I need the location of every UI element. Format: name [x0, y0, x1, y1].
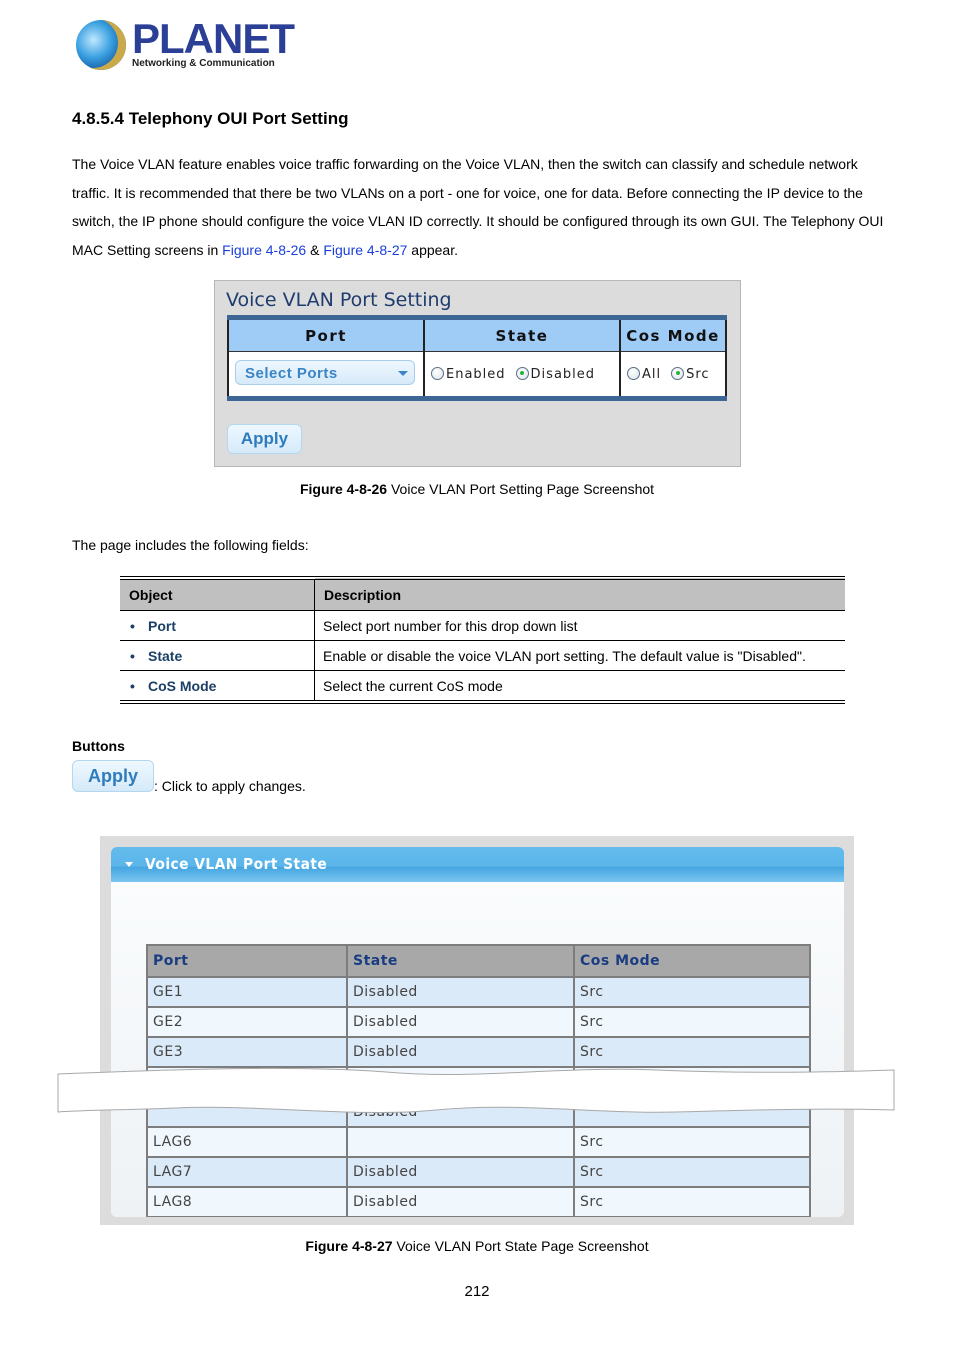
figure2-caption-text: Voice VLAN Port State Page Screenshot	[392, 1238, 649, 1254]
collapse-triangle-icon[interactable]	[125, 862, 133, 867]
state-disabled-label: Disabled	[530, 366, 596, 382]
cell-port: GE2	[146, 1006, 348, 1038]
cell-port: GE1	[146, 976, 348, 1008]
figure2-caption-number: Figure 4-8-27	[305, 1238, 393, 1254]
table-row: • Port Select port number for this drop d…	[120, 610, 845, 641]
col-state: State	[423, 317, 621, 352]
table-row: GE2 Disabled Src	[146, 1006, 811, 1038]
cell-state	[346, 1126, 575, 1158]
figure-4-8-26-link[interactable]: Figure 4-8-26	[222, 242, 306, 258]
intro-tail: appear.	[407, 242, 458, 259]
table-row: LAG8 Disabled Src	[146, 1186, 811, 1217]
header-description: Description	[314, 578, 845, 611]
fields-table: Object Description • Port Select port num…	[120, 576, 845, 704]
figure2-caption: Figure 4-8-27 Voice VLAN Port State Page…	[0, 1238, 954, 1254]
intro-between: &	[306, 242, 324, 259]
description-state: Enable or disable the voice VLAN port se…	[314, 640, 845, 671]
figure1-caption: Figure 4-8-26 Voice VLAN Port Setting Pa…	[0, 481, 954, 497]
col-port: Port	[227, 317, 425, 352]
select-ports-dropdown[interactable]: Select Ports	[235, 359, 415, 385]
cell-cos: Src	[573, 1126, 811, 1158]
object-cos-mode: CoS Mode	[148, 677, 217, 694]
cell-cos: Src	[573, 1186, 811, 1217]
col-port: Port	[146, 944, 348, 978]
header-object: Object	[120, 578, 315, 611]
table-row: GE1 Disabled Src	[146, 976, 811, 1008]
apply-button-example[interactable]: Apply	[72, 760, 154, 792]
voice-vlan-port-setting-screenshot: Voice VLAN Port Setting Port State Cos M…	[214, 280, 741, 467]
cos-src-radio[interactable]	[671, 366, 685, 380]
cos-all-label: All	[642, 366, 662, 382]
object-port: Port	[148, 617, 176, 634]
voice-vlan-port-state-screenshot: Voice VLAN Port State Port State Cos Mod…	[100, 836, 854, 1225]
page-number: 212	[464, 1283, 490, 1300]
panel-body: Port State Cos Mode GE1 Disabled Src GE2…	[111, 882, 844, 1217]
state-enabled-label: Enabled	[446, 366, 506, 382]
cell-cos: Src	[573, 1036, 811, 1068]
table-row: LAG7 Disabled Src	[146, 1156, 811, 1188]
apply-button[interactable]: Apply	[227, 424, 302, 454]
cell-state: Disabled	[346, 1186, 575, 1217]
description-cos-mode: Select the current CoS mode	[314, 670, 845, 702]
col-state: State	[346, 944, 575, 978]
table-row: • State Enable or disable the voice VLAN …	[120, 640, 845, 671]
cell-port: LAG7	[146, 1156, 348, 1188]
cell-state: Disabled	[346, 1036, 575, 1068]
select-ports-value: Select Ports	[245, 364, 338, 382]
port-setting-table: Port State Cos Mode Select Ports Enabled…	[227, 315, 727, 401]
cell-cos: Src	[573, 1006, 811, 1038]
object-state: State	[148, 647, 183, 664]
cos-all-radio[interactable]	[627, 366, 640, 380]
port-state-panel: Voice VLAN Port State Port State Cos Mod…	[111, 847, 844, 1217]
logo-tagline: Networking & Communication	[132, 58, 275, 69]
cell-port: GE3	[146, 1036, 348, 1068]
table-row: • CoS Mode Select the current CoS mode	[120, 670, 845, 702]
col-cos-mode: Cos Mode	[573, 944, 811, 978]
apply-description: : Click to apply changes.	[154, 778, 306, 794]
section-title: 4.8.5.4 Telephony OUI Port Setting	[72, 109, 349, 128]
buttons-heading: Buttons	[72, 738, 125, 754]
fields-intro: The page includes the following fields:	[72, 537, 309, 553]
cell-state: Disabled	[346, 1156, 575, 1188]
cell-port: LAG6	[146, 1126, 348, 1158]
panel-header[interactable]: Voice VLAN Port State	[111, 847, 844, 882]
cell-cos: Src	[573, 976, 811, 1008]
logo-brand: PLANET	[132, 15, 295, 62]
col-cos-mode: Cos Mode	[619, 317, 727, 352]
state-disabled-radio[interactable]	[515, 366, 529, 380]
state-enabled-radio[interactable]	[431, 366, 444, 380]
cell-state: Disabled	[346, 1006, 575, 1038]
intro-text: The Voice VLAN feature enables voice tra…	[72, 156, 884, 259]
description-port: Select port number for this drop down li…	[314, 610, 845, 641]
intro-paragraph: The Voice VLAN feature enables voice tra…	[72, 150, 892, 265]
globe-icon	[76, 20, 126, 70]
figure-4-8-27-link[interactable]: Figure 4-8-27	[323, 242, 407, 258]
planet-logo: PLANET Networking & Communication	[74, 16, 295, 74]
panel-title: Voice VLAN Port State	[145, 855, 328, 873]
cos-src-label: Src	[686, 366, 710, 382]
table-row: GE3 Disabled Src	[146, 1036, 811, 1068]
torn-break-overlay	[57, 1067, 895, 1114]
cell-port: LAG8	[146, 1186, 348, 1217]
chevron-down-icon	[398, 370, 408, 376]
table-row: LAG6 Src	[146, 1126, 811, 1158]
figure1-caption-number: Figure 4-8-26	[299, 481, 388, 497]
cell-cos: Src	[573, 1156, 811, 1188]
cell-state: Disabled	[346, 976, 575, 1008]
figure1-caption-text: Voice VLAN Port Setting Page Screenshot	[387, 481, 655, 497]
fig1-title: Voice VLAN Port Setting	[226, 289, 452, 311]
